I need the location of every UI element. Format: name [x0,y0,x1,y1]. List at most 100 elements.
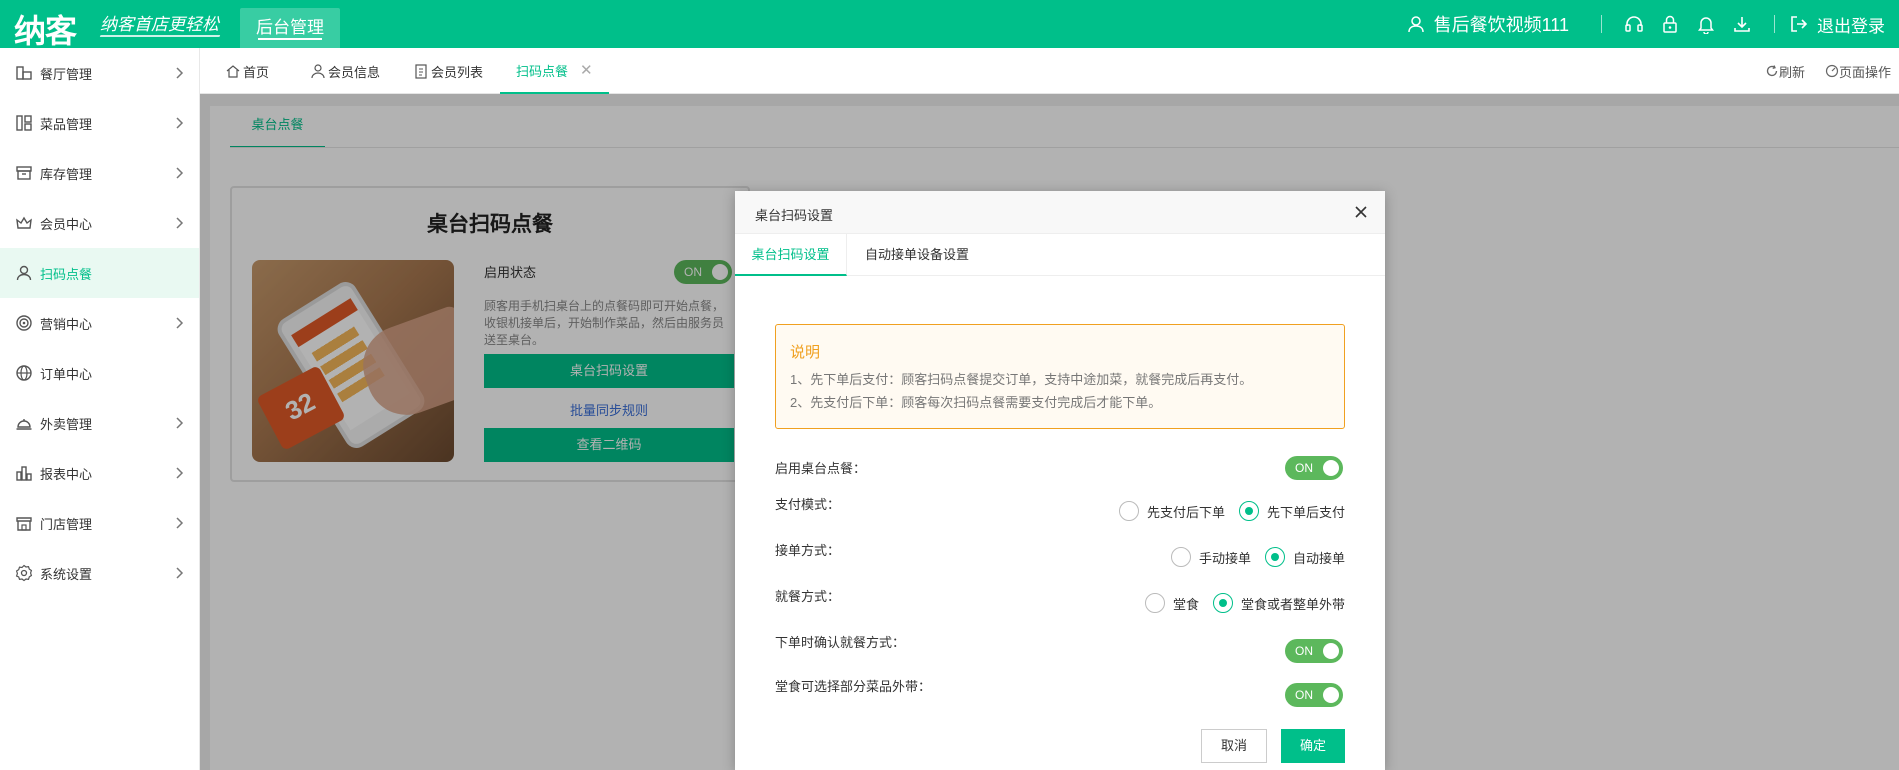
page-ops-button[interactable]: 页面操作 [1825,62,1891,81]
cancel-button[interactable]: 取消 [1201,729,1267,763]
radio-dine-in-or-takeout[interactable]: 堂食或者整单外带 [1212,593,1345,613]
sidebar-item-label: 系统设置 [40,566,93,582]
tab-table-scan-settings[interactable]: 桌台扫码设置 [735,234,847,276]
logout-button[interactable]: 退出登录 [1789,12,1885,37]
restaurant-icon [14,63,34,83]
sidebar-item-label: 会员中心 [40,216,93,232]
close-icon[interactable]: ✕ [580,61,593,79]
radio-manual-accept[interactable]: 手动接单 [1170,547,1251,567]
sidebar-item-inventory[interactable]: 库存管理 [0,148,199,198]
sidebar-item-reports[interactable]: 报表中心 [0,448,199,498]
bar-chart-icon [14,463,34,483]
user-icon [14,263,34,283]
headset-icon[interactable] [1623,13,1645,35]
sidebar-item-members[interactable]: 会员中心 [0,198,199,248]
tab-tools: 刷新 页面操作 [1745,48,1891,94]
confirm-button[interactable]: 确定 [1281,729,1345,763]
dialog-header: 桌台扫码设置 [735,191,1385,234]
partial-takeout-label: 堂食可选择部分菜品外带： [775,679,932,694]
sidebar-item-label: 营销中心 [40,316,93,332]
slogan-underline [99,35,221,37]
payment-mode-label: 支付模式： [775,497,841,512]
backend-management-tab[interactable]: 后台管理 [240,8,340,48]
chevron-right-icon [176,67,184,79]
enable-table-order-toggle[interactable]: ON [1285,456,1343,480]
notice-box: 说明 1、先下单后支付：顾客扫码点餐提交订单，支持中途加菜，就餐完成后再支付。 … [775,324,1345,429]
chevron-right-icon [176,417,184,429]
refresh-button[interactable]: 刷新 [1765,62,1805,81]
cloche-icon [14,413,34,433]
chevron-right-icon [176,567,184,579]
close-icon[interactable] [1353,204,1369,220]
radio-auto-accept[interactable]: 自动接单 [1264,547,1345,567]
sidebar-item-takeout[interactable]: 外卖管理 [0,398,199,448]
tab-auto-accept-device[interactable]: 自动接单设备设置 [847,234,987,276]
sidebar-item-label: 库存管理 [40,166,93,182]
top-bar: 纳客 纳客首店更轻松 后台管理 售后餐饮视频111 退出登录 [0,0,1899,50]
refresh-icon [1766,65,1778,77]
inventory-icon [14,163,34,183]
dishes-icon [14,113,34,133]
confirm-dining-toggle[interactable]: ON [1285,639,1343,663]
user-menu[interactable]: 售后餐饮视频111 [1406,11,1569,37]
accept-mode-radio-group: 手动接单 自动接单 [1157,547,1345,567]
lock-icon[interactable] [1659,13,1681,35]
top-right-actions: 售后餐饮视频111 退出登录 [1406,0,1885,48]
tab-member-info[interactable]: 会员信息 [310,48,380,94]
user-icon [1407,16,1424,33]
slogan: 纳客首店更轻松 [100,15,219,35]
page-ops-label: 页面操作 [1838,64,1891,80]
sidebar-item-marketing[interactable]: 营销中心 [0,298,199,348]
member-icon [311,64,325,79]
enable-table-order-label: 启用桌台点餐： [775,461,867,476]
radio-pay-first[interactable]: 先支付后下单 [1118,501,1225,521]
sidebar-item-stores[interactable]: 门店管理 [0,498,199,548]
chevron-right-icon [176,117,184,129]
tab-member-list[interactable]: 会员列表 [413,48,483,94]
sidebar-item-label: 订单中心 [40,366,93,382]
notice-line: 2、先支付后下单：顾客每次扫码点餐需要支付完成后才能下单。 [790,395,1162,410]
logo: 纳客 [14,12,77,50]
globe-icon [14,363,34,383]
radio-dine-in[interactable]: 堂食 [1144,593,1199,613]
sidebar-item-label: 门店管理 [40,516,93,532]
sidebar-item-label: 报表中心 [40,466,93,482]
logout-icon [1791,16,1808,32]
sidebar-item-scan-order[interactable]: 扫码点餐 [0,248,199,298]
tab-home[interactable]: 首页 [225,48,269,94]
sidebar-item-restaurant[interactable]: 餐厅管理 [0,48,199,98]
page-tabs-bar: 首页 会员信息 会员列表 扫码点餐 ✕ 刷新 页面操作 [200,48,1899,94]
divider [1774,15,1775,33]
radio-label: 先下单后支付 [1266,504,1345,520]
download-icon[interactable] [1731,13,1753,35]
chevron-right-icon [176,467,184,479]
tab-label: 会员列表 [431,64,484,80]
radio-label: 手动接单 [1198,550,1251,566]
crown-icon [14,213,34,233]
tab-label: 会员信息 [328,64,381,80]
table-scan-settings-dialog: 桌台扫码设置 桌台扫码设置 自动接单设备设置 说明 1、先下单后支付：顾客扫码点… [735,191,1385,770]
sidebar-item-label: 外卖管理 [40,416,93,432]
sidebar-item-label: 菜品管理 [40,116,93,132]
refresh-label: 刷新 [1778,64,1805,80]
confirm-dining-label: 下单时确认就餐方式： [775,635,906,650]
radio-order-first[interactable]: 先下单后支付 [1238,501,1345,521]
clipboard-icon [415,64,427,79]
dining-mode-radio-group: 堂食 堂食或者整单外带 [1131,593,1345,613]
sidebar-item-orders[interactable]: 订单中心 [0,348,199,398]
dialog-title: 桌台扫码设置 [755,208,834,223]
tab-label: 首页 [243,64,270,80]
chevron-right-icon [176,167,184,179]
divider [1601,15,1602,33]
sidebar-item-dishes[interactable]: 菜品管理 [0,98,199,148]
partial-takeout-toggle[interactable]: ON [1285,683,1343,707]
sidebar-item-settings[interactable]: 系统设置 [0,548,199,598]
tab-scan-order[interactable]: 扫码点餐 ✕ [500,48,609,94]
bell-icon[interactable] [1695,13,1717,35]
notice-line: 1、先下单后支付：顾客扫码点餐提交订单，支持中途加菜，就餐完成后再支付。 [790,372,1253,387]
chevron-right-icon [176,517,184,529]
radio-label: 先支付后下单 [1146,504,1225,520]
chevron-right-icon [176,217,184,229]
sidebar: 餐厅管理 菜品管理 库存管理 会员中心 扫码点餐 营销中心 订单中心 外卖管理 … [0,48,200,770]
radio-label: 堂食 [1172,596,1199,612]
